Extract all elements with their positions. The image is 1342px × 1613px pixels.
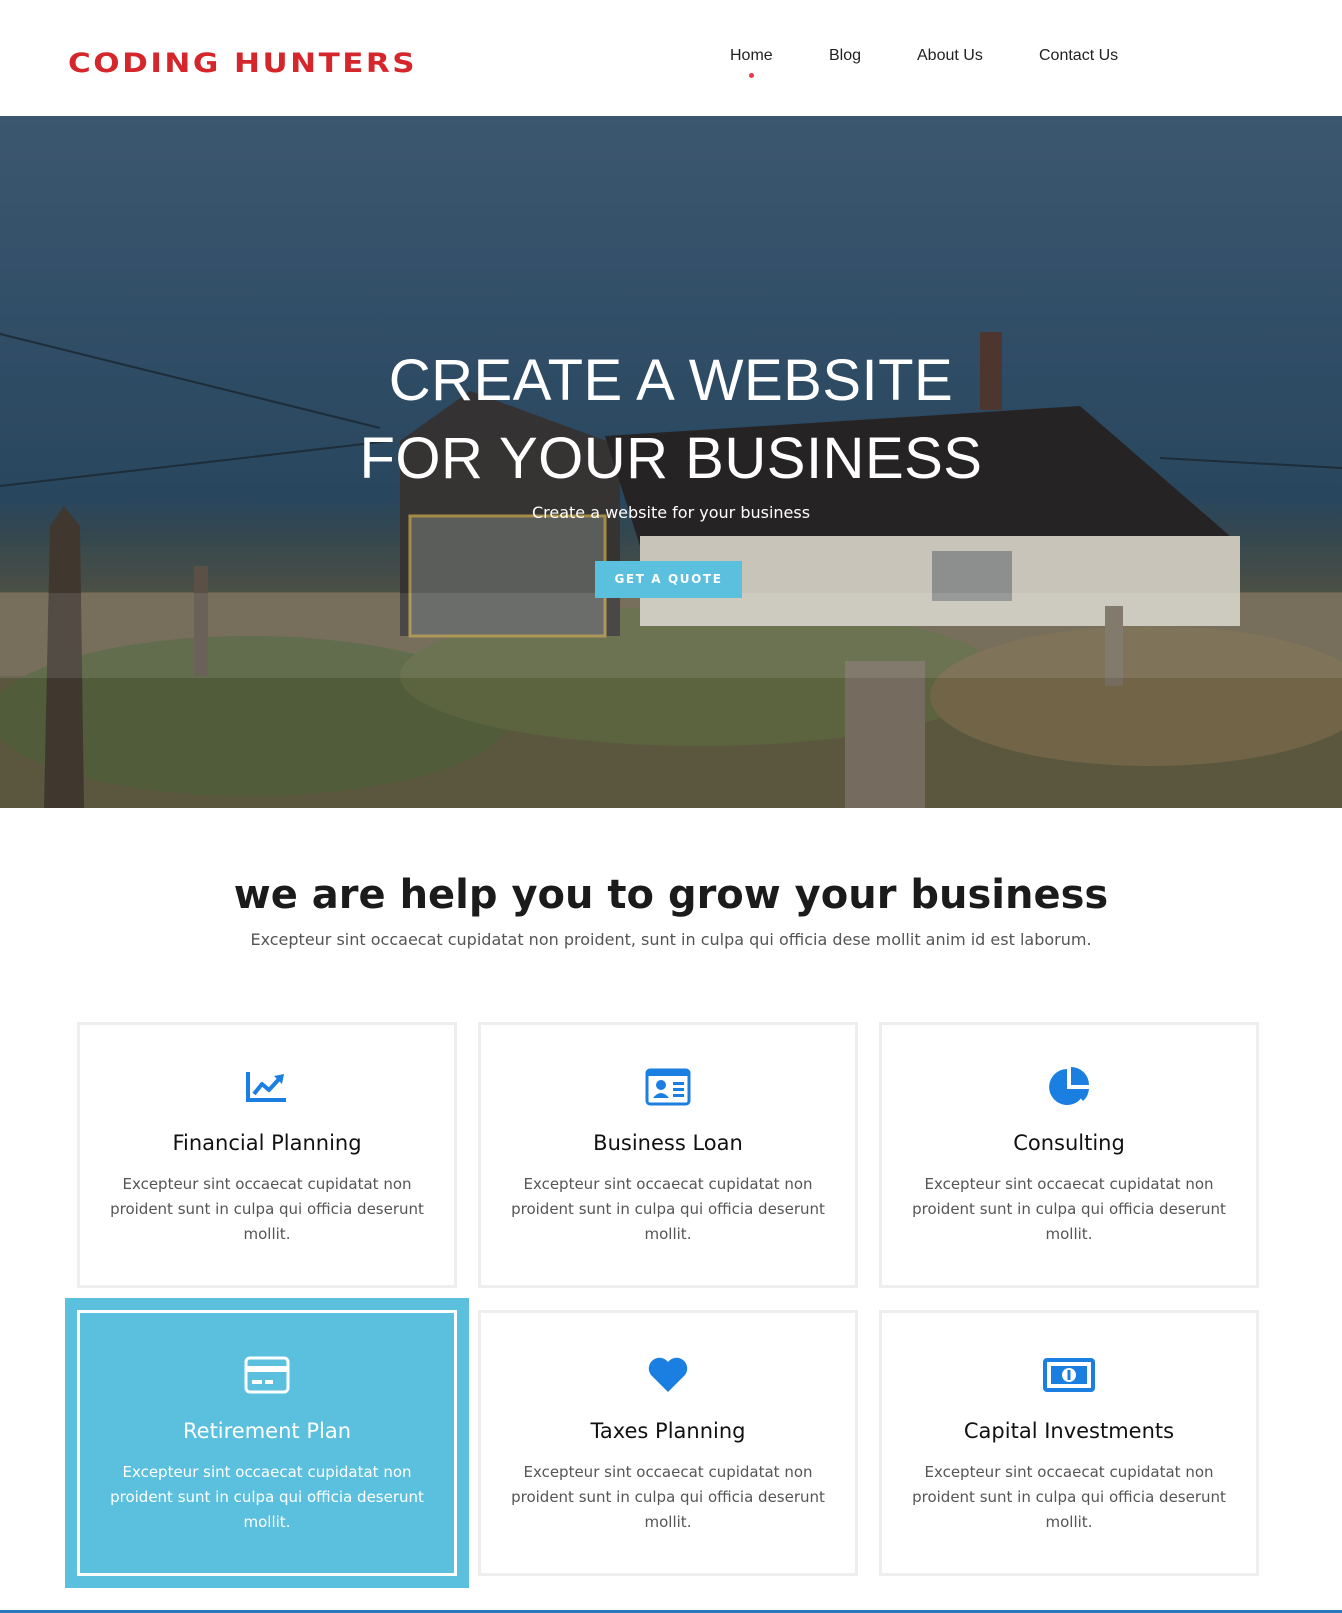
nav-about-us[interactable]: About Us xyxy=(917,47,983,65)
service-card-consulting[interactable]: Consulting Excepteur sint occaecat cupid… xyxy=(879,1022,1259,1288)
site-header: CODING HUNTERS Home Blog About Us Contac… xyxy=(0,0,1342,116)
id-card-icon xyxy=(481,1065,855,1109)
service-title: Business Loan xyxy=(593,1131,743,1155)
get-a-quote-button[interactable]: GET A QUOTE xyxy=(595,561,742,598)
service-card-capital-investments[interactable]: Capital Investments Excepteur sint occae… xyxy=(879,1310,1259,1576)
service-text: Excepteur sint occaecat cupidatat non pr… xyxy=(912,1463,1226,1531)
hero-band xyxy=(0,593,1342,678)
service-card-financial-planning[interactable]: Financial Planning Excepteur sint occaec… xyxy=(77,1022,457,1288)
hero-title-line1: CREATE A WEBSITE xyxy=(388,348,954,413)
service-text: Excepteur sint occaecat cupidatat non pr… xyxy=(110,1463,424,1531)
service-title: Consulting xyxy=(1013,1131,1125,1155)
section-subtitle: Excepteur sint occaecat cupidatat non pr… xyxy=(250,930,1092,949)
money-bill-icon xyxy=(882,1353,1256,1397)
nav-home[interactable]: Home xyxy=(730,47,773,78)
nav-home-label[interactable]: Home xyxy=(730,47,773,64)
hero-banner: CREATE A WEBSITE FOR YOUR BUSINESS Creat… xyxy=(0,116,1342,808)
service-card-taxes-planning[interactable]: Taxes Planning Excepteur sint occaecat c… xyxy=(478,1310,858,1576)
service-text: Excepteur sint occaecat cupidatat non pr… xyxy=(912,1175,1226,1243)
service-text: Excepteur sint occaecat cupidatat non pr… xyxy=(110,1175,424,1243)
hero-title: CREATE A WEBSITE FOR YOUR BUSINESS xyxy=(0,342,1342,498)
hero-title-line2: FOR YOUR BUSINESS xyxy=(359,426,983,491)
heart-icon xyxy=(481,1353,855,1397)
service-text: Excepteur sint occaecat cupidatat non pr… xyxy=(511,1463,825,1531)
service-card-business-loan[interactable]: Business Loan Excepteur sint occaecat cu… xyxy=(478,1022,858,1288)
service-title: Financial Planning xyxy=(172,1131,362,1155)
nav-about-us-label[interactable]: About Us xyxy=(917,47,983,64)
service-title: Retirement Plan xyxy=(183,1419,351,1443)
service-card-retirement-plan[interactable]: Retirement Plan Excepteur sint occaecat … xyxy=(65,1298,469,1588)
nav-active-dot xyxy=(748,73,754,78)
nav-blog-label[interactable]: Blog xyxy=(829,47,861,64)
service-text: Excepteur sint occaecat cupidatat non pr… xyxy=(511,1175,825,1243)
pie-chart-icon xyxy=(882,1065,1256,1109)
nav-contact-us-label[interactable]: Contact Us xyxy=(1039,47,1118,64)
section-title: we are help you to grow your business xyxy=(233,872,1109,918)
nav-contact-us[interactable]: Contact Us xyxy=(1039,47,1118,65)
hero-subtitle: Create a website for your business xyxy=(531,503,811,522)
service-title: Taxes Planning xyxy=(590,1419,746,1443)
nav-blog[interactable]: Blog xyxy=(829,47,861,65)
main-nav: Home Blog About Us Contact Us xyxy=(0,47,1342,87)
service-title: Capital Investments xyxy=(963,1419,1175,1443)
credit-card-icon xyxy=(80,1353,454,1397)
chart-line-icon xyxy=(80,1065,454,1109)
